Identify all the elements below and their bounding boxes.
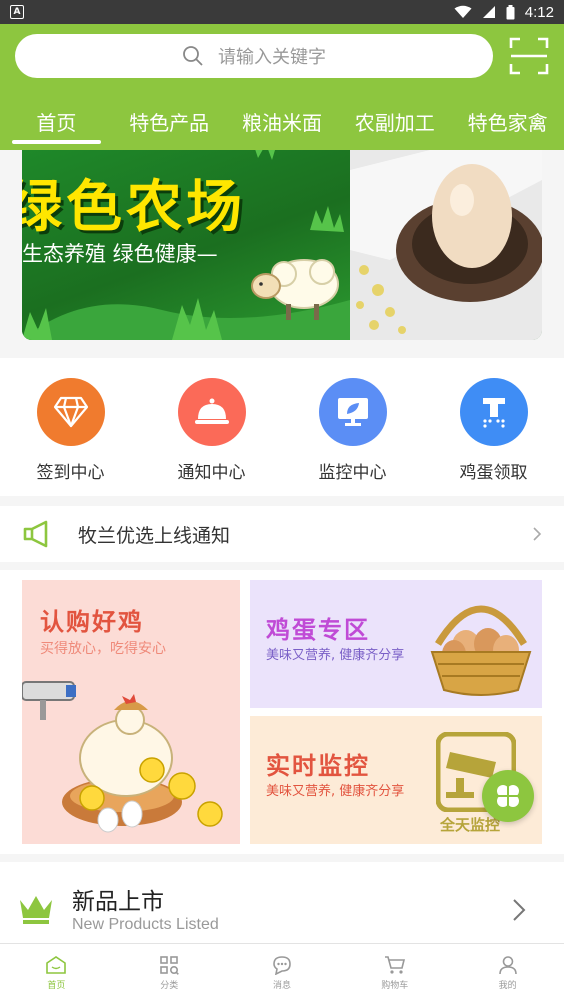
bottom-nav-label: 分类 — [160, 981, 179, 991]
user-icon — [498, 956, 517, 975]
banner-farm-panel: 绿色农场 生态养殖 绿色健康— — [22, 150, 350, 340]
section-subtitle: New Products Listed — [72, 916, 219, 933]
tab-grain-oil[interactable]: 粮油米面 — [226, 92, 339, 150]
battery-icon — [506, 4, 515, 19]
promo-title: 实时监控 — [266, 752, 370, 780]
quick-actions: 签到中心 通知中心 监控中心 鸡蛋领取 — [0, 358, 564, 496]
sheep-illustration — [251, 259, 339, 320]
notice-text: 牧兰优选上线通知 — [78, 524, 231, 547]
egg-pickup-icon — [459, 378, 528, 446]
quick-action-label: 监控中心 — [318, 463, 387, 483]
quick-action-checkin[interactable]: 签到中心 — [0, 358, 141, 496]
banner-subtitle: 生态养殖 绿色健康— — [22, 242, 218, 266]
search-icon — [183, 46, 203, 66]
cart-icon — [384, 956, 405, 974]
hen-with-chicks-illustration — [62, 694, 223, 833]
egg-nest-image — [350, 150, 542, 340]
wifi-icon — [454, 5, 472, 18]
promo-title: 鸡蛋专区 — [266, 616, 370, 644]
quick-action-label: 鸡蛋领取 — [459, 463, 528, 483]
chevron-right-icon — [513, 899, 526, 921]
banner-egg-photo — [350, 150, 542, 340]
bottom-nav-label: 首页 — [47, 981, 66, 991]
promo-subtitle: 买得放心，吃得安心 — [40, 641, 166, 657]
chevron-right-icon — [533, 527, 542, 541]
status-time: 4:12 — [524, 3, 554, 21]
header: 请输入关键字 首页 特色产品 粮油米面 农副加工 特色家禽 — [0, 24, 564, 150]
bottom-nav-label: 购物车 — [381, 981, 409, 991]
bottom-nav-category[interactable]: 分类 — [113, 944, 226, 1002]
promo-badge: 全天监控 — [440, 816, 501, 834]
quick-action-label: 通知中心 — [177, 463, 246, 483]
megaphone-icon — [23, 520, 48, 548]
monitor-icon — [318, 378, 387, 446]
quick-action-notifications[interactable]: 通知中心 — [141, 358, 282, 496]
app-notification-icon: A — [10, 5, 24, 19]
banner-carousel[interactable]: 绿色农场 生态养殖 绿色健康— — [22, 150, 542, 340]
bottom-nav-label: 我的 — [498, 981, 517, 991]
section-title: 新品上市 — [72, 889, 164, 915]
promo-adopt-chicken[interactable]: 认购好鸡 买得放心，吃得安心 — [22, 580, 240, 844]
notice-bar[interactable]: 牧兰优选上线通知 — [0, 506, 564, 562]
grid-icon — [160, 956, 180, 975]
quick-action-label: 签到中心 — [36, 463, 105, 483]
status-bar: A 4:12 — [0, 0, 564, 24]
egg-basket-illustration — [430, 605, 532, 696]
category-tabs: 首页 特色产品 粮油米面 农副加工 特色家禽 — [0, 92, 564, 150]
bottom-nav-label: 消息 — [272, 981, 291, 991]
signal-icon — [482, 6, 495, 18]
bell-icon — [177, 378, 246, 446]
search-input[interactable]: 请输入关键字 — [15, 34, 493, 78]
promo-title: 认购好鸡 — [40, 608, 144, 636]
home-icon — [46, 956, 67, 974]
promo-egg-zone[interactable]: 鸡蛋专区 美味又营养, 健康齐分享 — [250, 580, 542, 708]
bottom-nav-messages[interactable]: 消息 — [226, 944, 339, 1002]
home-content: 绿色农场 生态养殖 绿色健康— 签到中心 通知中心 监控中心 鸡蛋领取 牧兰优选… — [0, 150, 564, 943]
tab-farm-processing[interactable]: 农副加工 — [338, 92, 451, 150]
bottom-nav-home[interactable]: 首页 — [0, 944, 113, 1002]
promo-grid: 认购好鸡 买得放心，吃得安心 鸡蛋专区 美味又营养, 健康齐分享 实时监控 美味… — [0, 570, 564, 854]
promo-subtitle: 美味又营养, 健康齐分享 — [266, 648, 405, 663]
crown-icon — [20, 896, 52, 924]
quick-action-egg-pickup[interactable]: 鸡蛋领取 — [423, 358, 564, 496]
tab-home[interactable]: 首页 — [0, 92, 113, 150]
bottom-nav-profile[interactable]: 我的 — [451, 944, 564, 1002]
new-products-header[interactable]: 新品上市 New Products Listed — [0, 862, 564, 943]
message-icon — [273, 956, 291, 975]
banner-title: 绿色农场 — [22, 175, 246, 240]
quick-action-monitoring[interactable]: 监控中心 — [282, 358, 423, 496]
tab-specialty-poultry[interactable]: 特色家禽 — [451, 92, 564, 150]
bottom-nav-cart[interactable]: 购物车 — [338, 944, 451, 1002]
diamond-icon — [36, 378, 105, 446]
scan-icon[interactable] — [507, 34, 551, 78]
promo-subtitle: 美味又营养, 健康齐分享 — [266, 784, 405, 799]
bottom-nav: 首页 分类 消息 购物车 我的 — [0, 943, 564, 1002]
search-placeholder: 请输入关键字 — [218, 47, 326, 68]
tab-specialty-products[interactable]: 特色产品 — [113, 92, 226, 150]
clover-icon — [496, 784, 520, 808]
floating-menu-button[interactable] — [482, 770, 534, 822]
